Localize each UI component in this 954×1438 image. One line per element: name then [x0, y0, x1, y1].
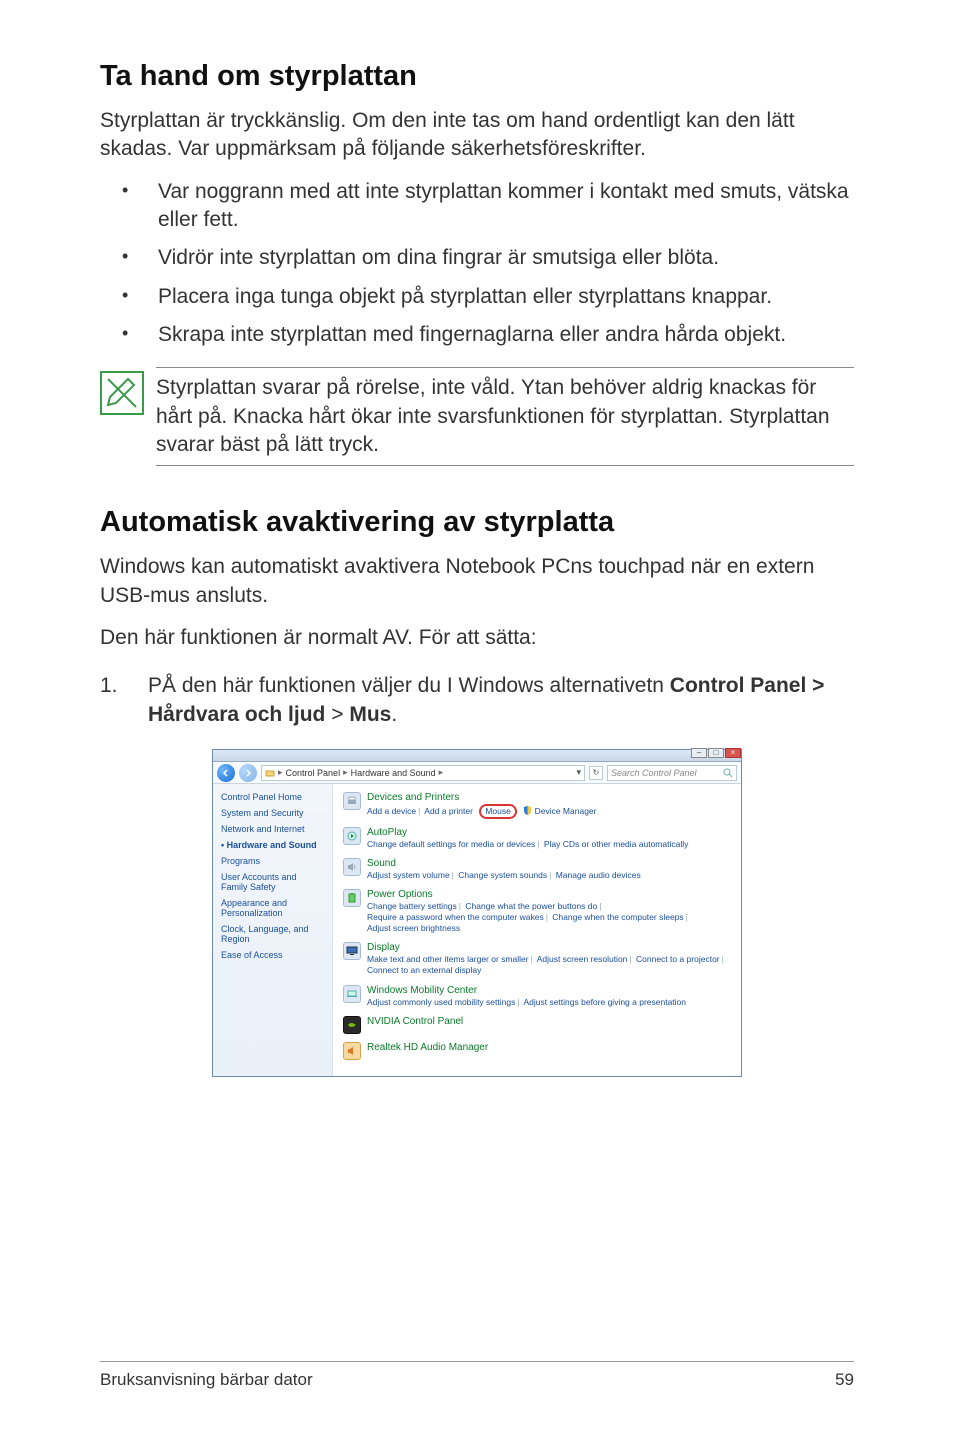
- laptop-icon: [343, 985, 361, 1003]
- heading-care: Ta hand om styrplattan: [100, 60, 854, 93]
- note-block: Styrplattan svarar på rörelse, inte våld…: [100, 367, 854, 466]
- category-realtek: Realtek HD Audio Manager: [343, 1042, 731, 1060]
- chevron-right-icon: ▸: [439, 767, 444, 778]
- crumb-hardware-sound[interactable]: Hardware and Sound: [351, 768, 436, 778]
- sidebar-item-home[interactable]: Control Panel Home: [221, 792, 324, 802]
- note-text: Styrplattan svarar på rörelse, inte våld…: [156, 374, 854, 459]
- back-button[interactable]: [217, 764, 235, 782]
- link-power-sleep[interactable]: Change when the computer sleeps: [552, 912, 683, 922]
- step-text-e: .: [391, 703, 397, 726]
- link-display-projector[interactable]: Connect to a projector: [636, 954, 720, 964]
- link-sound-manage[interactable]: Manage audio devices: [556, 870, 641, 880]
- realtek-icon: [343, 1042, 361, 1060]
- search-icon: [723, 768, 733, 778]
- chevron-down-icon[interactable]: ▾: [576, 767, 581, 778]
- display-icon: [343, 942, 361, 960]
- sidebar-item-clock-language[interactable]: Clock, Language, and Region: [221, 924, 324, 944]
- category-title[interactable]: NVIDIA Control Panel: [367, 1016, 731, 1027]
- list-item: Placera inga tunga objekt på styrplattan…: [100, 283, 854, 311]
- link-sound-change[interactable]: Change system sounds: [458, 870, 547, 880]
- page-footer: Bruksanvisning bärbar dator 59: [100, 1361, 854, 1390]
- crumb-control-panel[interactable]: Control Panel: [286, 768, 341, 778]
- chevron-right-icon: ▸: [343, 767, 348, 778]
- step-text-c: >: [325, 703, 349, 726]
- main-panel: Devices and Printers Add a device| Add a…: [333, 784, 741, 1075]
- link-device-manager[interactable]: Device Manager: [535, 806, 597, 816]
- para-auto2: Den här funktionen är normalt AV. För at…: [100, 624, 854, 652]
- shield-icon: [523, 806, 532, 815]
- breadcrumb[interactable]: ▸ Control Panel ▸ Hardware and Sound ▸ ▾: [261, 765, 585, 781]
- autoplay-icon: [343, 827, 361, 845]
- category-title[interactable]: Display: [367, 942, 731, 953]
- link-power-brightness[interactable]: Adjust screen brightness: [367, 923, 460, 933]
- category-title[interactable]: Sound: [367, 858, 731, 869]
- category-title[interactable]: Devices and Printers: [367, 792, 731, 803]
- sidebar-item-user-accounts[interactable]: User Accounts and Family Safety: [221, 872, 324, 892]
- category-title[interactable]: Windows Mobility Center: [367, 985, 731, 996]
- para-intro1: Styrplattan är tryckkänslig. Om den inte…: [100, 107, 854, 164]
- forward-button[interactable]: [239, 764, 257, 782]
- link-sound-volume[interactable]: Adjust system volume: [367, 870, 450, 880]
- nav-bar: ▸ Control Panel ▸ Hardware and Sound ▸ ▾…: [213, 762, 741, 784]
- category-autoplay: AutoPlay Change default settings for med…: [343, 827, 731, 850]
- battery-icon: [343, 889, 361, 907]
- sidebar-item-system-security[interactable]: System and Security: [221, 808, 324, 818]
- maximize-button[interactable]: □: [708, 748, 724, 758]
- category-devices-printers: Devices and Printers Add a device| Add a…: [343, 792, 731, 819]
- footer-title: Bruksanvisning bärbar dator: [100, 1370, 313, 1390]
- page-number: 59: [835, 1370, 854, 1390]
- control-panel-window: – □ × ▸ Control Panel ▸ Hardware and Sou…: [212, 749, 742, 1076]
- steps-list: 1. PÅ den här funktionen väljer du I Win…: [100, 672, 854, 729]
- list-item: Var noggrann med att inte styrplattan ko…: [100, 178, 854, 235]
- link-add-printer[interactable]: Add a printer: [424, 806, 473, 816]
- list-item: Vidrör inte styrplattan om dina fingrar …: [100, 244, 854, 272]
- sidebar-item-programs[interactable]: Programs: [221, 856, 324, 866]
- minimize-button[interactable]: –: [691, 748, 707, 758]
- close-button[interactable]: ×: [725, 748, 741, 758]
- category-mobility-center: Windows Mobility Center Adjust commonly …: [343, 985, 731, 1008]
- chevron-right-icon: ▸: [278, 767, 283, 778]
- search-input[interactable]: Search Control Panel: [607, 765, 737, 781]
- link-autoplay-defaults[interactable]: Change default settings for media or dev…: [367, 839, 535, 849]
- speaker-icon: [343, 858, 361, 876]
- note-icon: [100, 367, 156, 415]
- search-placeholder: Search Control Panel: [611, 768, 697, 778]
- category-title[interactable]: Power Options: [367, 889, 731, 900]
- link-autoplay-cds[interactable]: Play CDs or other media automatically: [544, 839, 689, 849]
- link-mouse-circled[interactable]: Mouse: [479, 804, 517, 819]
- category-title[interactable]: Realtek HD Audio Manager: [367, 1042, 731, 1053]
- category-sound: Sound Adjust system volume| Change syste…: [343, 858, 731, 881]
- nvidia-icon: [343, 1016, 361, 1034]
- link-power-battery[interactable]: Change battery settings: [367, 901, 457, 911]
- sidebar-item-ease-of-access[interactable]: Ease of Access: [221, 950, 324, 960]
- category-title[interactable]: AutoPlay: [367, 827, 731, 838]
- step-text-a: PÅ den här funktionen väljer du I Window…: [148, 674, 670, 697]
- category-power-options: Power Options Change battery settings| C…: [343, 889, 731, 934]
- link-display-textsize[interactable]: Make text and other items larger or smal…: [367, 954, 529, 964]
- para-auto1: Windows kan automatiskt avaktivera Noteb…: [100, 553, 854, 610]
- folder-icon: [265, 768, 275, 778]
- step-text-d: Mus: [349, 703, 391, 726]
- window-titlebar: – □ ×: [213, 750, 741, 762]
- sidebar-item-hardware-sound[interactable]: Hardware and Sound: [221, 840, 324, 850]
- link-power-buttons[interactable]: Change what the power buttons do: [465, 901, 597, 911]
- step-item: 1. PÅ den här funktionen väljer du I Win…: [100, 672, 854, 729]
- list-item: Skrapa inte styrplattan med fingernaglar…: [100, 321, 854, 349]
- refresh-button[interactable]: ↻: [589, 766, 603, 780]
- link-power-password[interactable]: Require a password when the computer wak…: [367, 912, 544, 922]
- sidebar-item-network-internet[interactable]: Network and Internet: [221, 824, 324, 834]
- heading-auto: Automatisk avaktivering av styrplatta: [100, 506, 854, 539]
- category-display: Display Make text and other items larger…: [343, 942, 731, 976]
- link-mobility-common[interactable]: Adjust commonly used mobility settings: [367, 997, 515, 1007]
- link-mobility-presentation[interactable]: Adjust settings before giving a presenta…: [523, 997, 686, 1007]
- link-display-resolution[interactable]: Adjust screen resolution: [537, 954, 628, 964]
- step-number: 1.: [100, 672, 118, 700]
- printer-icon: [343, 792, 361, 810]
- bullet-list: Var noggrann med att inte styrplattan ko…: [100, 178, 854, 350]
- sidebar-item-appearance[interactable]: Appearance and Personalization: [221, 898, 324, 918]
- link-add-device[interactable]: Add a device: [367, 806, 416, 816]
- category-nvidia: NVIDIA Control Panel: [343, 1016, 731, 1034]
- link-display-external[interactable]: Connect to an external display: [367, 965, 481, 975]
- sidebar: Control Panel Home System and Security N…: [213, 784, 333, 1075]
